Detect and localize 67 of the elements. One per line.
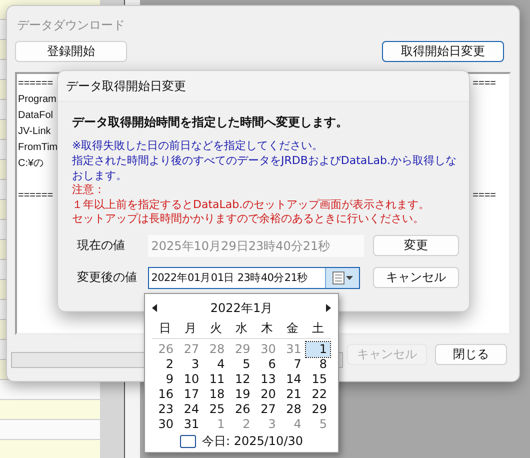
- calendar-day[interactable]: 1: [306, 342, 330, 357]
- cancel-button[interactable]: キャンセル: [372, 267, 459, 288]
- weekday-header: 日: [152, 318, 178, 339]
- calendar-day[interactable]: 8: [306, 357, 330, 372]
- window-title: データダウンロード: [17, 18, 125, 32]
- today-link[interactable]: 今日: 2025/10/30: [202, 432, 304, 450]
- calendar-day[interactable]: 25: [204, 402, 228, 417]
- log-line: FromTim: [18, 141, 58, 155]
- calendar-day[interactable]: 6: [255, 357, 279, 372]
- dialog-title: データ取得開始日変更: [58, 71, 469, 102]
- log-line: ====: [472, 77, 496, 91]
- calendar-day[interactable]: 22: [306, 387, 330, 402]
- calendar-day[interactable]: 4: [204, 357, 228, 372]
- register-start-button[interactable]: 登録開始: [15, 41, 127, 62]
- calendar-day[interactable]: 18: [204, 387, 228, 402]
- warning-text: 注意： １年以上前を指定するとDataLab.のセットアップ画面が表示されます。 セットアップは長時間かかりますので余裕のあるときに行いください。: [72, 183, 431, 226]
- weekday-header: 土: [305, 318, 331, 339]
- calendar-day[interactable]: 21: [280, 387, 304, 402]
- log-line: JV-Link: [18, 125, 51, 139]
- today-marker-icon: [180, 434, 196, 448]
- calendar-day[interactable]: 11: [204, 372, 228, 387]
- calendar-day[interactable]: 26: [230, 402, 254, 417]
- current-value-field: 2025年10月29日23時40分21秒: [148, 234, 364, 256]
- calendar-day[interactable]: 20: [255, 387, 279, 402]
- calendar-day[interactable]: 7: [280, 357, 304, 372]
- calendar-day[interactable]: 24: [178, 402, 202, 417]
- dialog-heading: データ取得開始時間を指定した時間へ変更します。: [72, 114, 349, 131]
- calendar-day[interactable]: 3: [178, 357, 202, 372]
- previous-month-icon[interactable]: [152, 304, 158, 312]
- date-picker-field[interactable]: 2022年01月01日 23時40分21秒: [148, 266, 360, 288]
- calendar-day[interactable]: 30: [153, 417, 177, 432]
- log-line: C:¥の: [18, 157, 44, 171]
- calendar-day[interactable]: 15: [306, 372, 330, 387]
- calendar-day[interactable]: 10: [178, 372, 202, 387]
- change-button[interactable]: 変更: [372, 235, 460, 256]
- log-line: DataFol: [18, 109, 54, 123]
- weekday-header: 月: [178, 318, 204, 339]
- calendar-day[interactable]: 5: [230, 357, 254, 372]
- next-month-icon[interactable]: [325, 304, 331, 312]
- log-line: ====: [472, 189, 496, 203]
- calendar-day[interactable]: 2: [153, 357, 177, 372]
- calendar-day[interactable]: 16: [153, 387, 177, 402]
- calendar-day[interactable]: 31: [178, 417, 202, 432]
- weekday-header: 木: [254, 318, 280, 339]
- log-line: ======: [18, 77, 54, 91]
- calendar-day[interactable]: 12: [230, 372, 254, 387]
- change-start-date-button[interactable]: 取得開始日変更: [382, 41, 504, 62]
- new-value-label: 変更後の値: [76, 269, 138, 286]
- log-line: ======: [18, 189, 54, 203]
- calendar-day[interactable]: 14: [280, 372, 304, 387]
- calendar-day[interactable]: 28: [280, 402, 304, 417]
- weekday-header: 火: [203, 318, 229, 339]
- calendar-day[interactable]: 27: [255, 402, 279, 417]
- close-button[interactable]: 閉じる: [435, 344, 507, 364]
- calendar-day[interactable]: 29: [306, 402, 330, 417]
- calendar-day[interactable]: 13: [255, 372, 279, 387]
- month-title: 2022年1月: [210, 300, 273, 316]
- calendar-day[interactable]: 19: [230, 387, 254, 402]
- weekday-header: 金: [280, 318, 306, 339]
- calendar-day[interactable]: 17: [178, 387, 202, 402]
- weekday-header: 水: [228, 318, 254, 339]
- calendar-day[interactable]: 23: [153, 402, 177, 417]
- info-text: ※取得失敗した日の前日などを指定してください。 指定された時間より後のすべてのデータをJRDBおよびDataLab.から取得しなおします。: [72, 138, 458, 183]
- current-value-label: 現在の値: [76, 237, 126, 254]
- calendar-day[interactable]: 9: [153, 372, 177, 387]
- calendar-dropdown-icon: [332, 270, 354, 284]
- log-line: Program: [18, 93, 56, 107]
